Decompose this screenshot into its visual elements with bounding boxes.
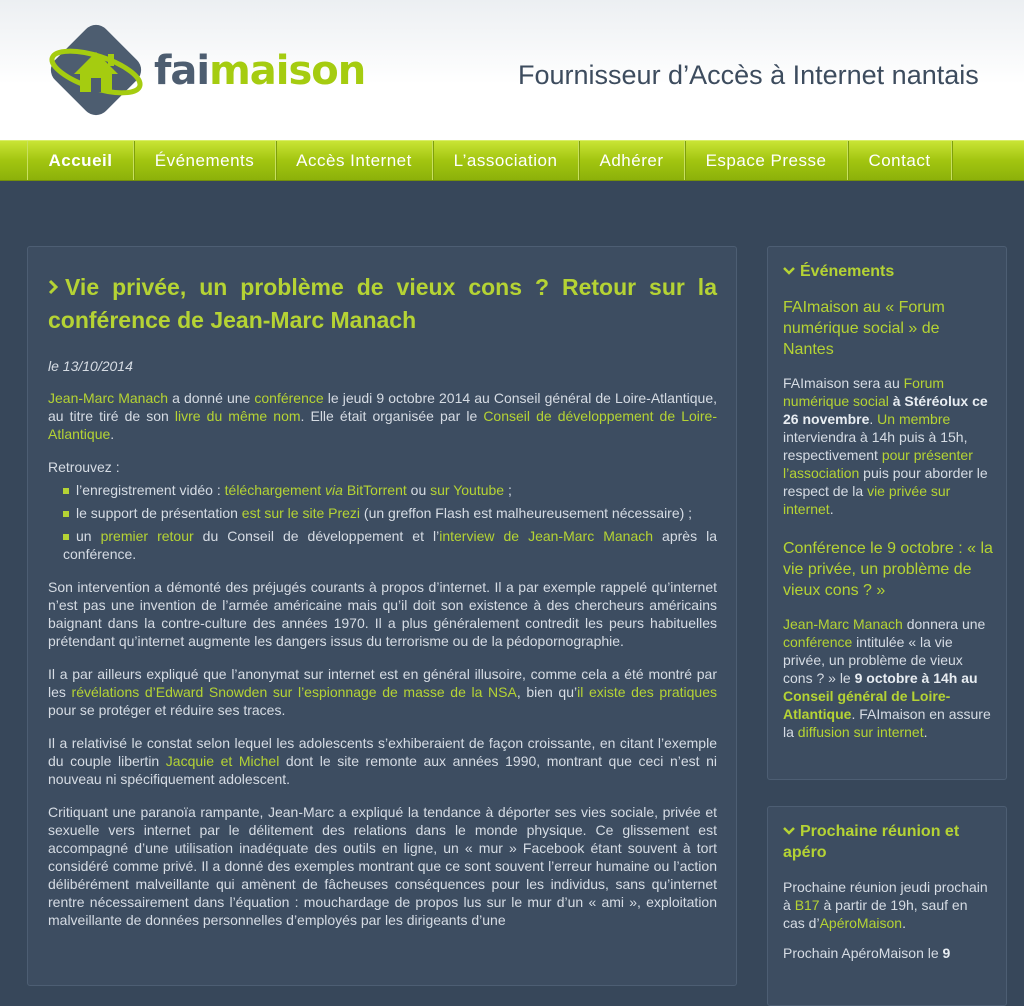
text: 9 octobre à 14h au	[854, 670, 978, 686]
text: téléchargement	[224, 482, 326, 498]
link-jean-marc-manach[interactable]: Jean-Marc Manach	[783, 616, 903, 632]
nav-item-association[interactable]: L’association	[433, 141, 579, 180]
article-title[interactable]: Vie privée, un problème de vieux cons ? …	[48, 271, 717, 337]
text: ou	[406, 482, 431, 498]
house-logo-icon[interactable]	[46, 18, 146, 122]
link-youtube[interactable]: sur Youtube	[430, 482, 504, 498]
chevron-right-icon	[48, 271, 59, 304]
text: un	[76, 528, 101, 544]
text: BitTorrent	[342, 482, 407, 498]
link-conference[interactable]: conférence	[783, 634, 852, 650]
link-prezi[interactable]: est sur le site Prezi	[242, 505, 360, 521]
meeting-content: Prochaine réunion et apéro Prochaine réu…	[783, 821, 993, 982]
text: , bien qu’	[516, 684, 578, 700]
text: Événements	[800, 263, 895, 280]
link-jacquie-michel[interactable]: Jacquie et Michel	[166, 753, 280, 769]
nav-item-acces-internet[interactable]: Accès Internet	[276, 141, 433, 180]
nav-item-espace-presse[interactable]: Espace Presse	[685, 141, 848, 180]
events-heading[interactable]: Événements	[783, 261, 993, 282]
list-item: le support de présentation est sur le si…	[63, 504, 717, 522]
article: Vie privée, un problème de vieux cons ? …	[48, 271, 717, 944]
article-paragraph: Critiquant une paranoïa rampante, Jean-M…	[48, 804, 717, 928]
text: .	[829, 501, 834, 517]
meeting-panel: Prochaine réunion et apéro Prochaine réu…	[767, 806, 1007, 1006]
site-logo-wordmark[interactable]: faimaison	[154, 48, 366, 94]
link-telechargement[interactable]: téléchargement via BitTorrent	[225, 482, 407, 498]
chevron-down-icon	[783, 827, 795, 835]
event-title-conference[interactable]: Conférence le 9 octobre : « la vie privé…	[783, 538, 993, 601]
bullet-icon	[63, 534, 69, 541]
text: l’enregistrement vidéo :	[76, 482, 225, 498]
text: le support de présentation	[76, 505, 242, 521]
link-livre[interactable]: livre du même nom	[175, 408, 301, 424]
article-date: le 13/10/2014	[48, 358, 133, 374]
article-title-text: Vie privée, un problème de vieux cons ? …	[48, 274, 717, 333]
text: (un greffon Flash est malheureusement né…	[360, 505, 693, 521]
link-aperomaison[interactable]: ApéroMaison	[820, 915, 903, 931]
link-premier-retour[interactable]: premier retour	[101, 528, 194, 544]
list-item: l’enregistrement vidéo : téléchargement …	[63, 481, 717, 499]
site-header: faimaison Fournisseur d’Accès à Internet…	[0, 0, 1024, 140]
text: .	[902, 915, 906, 931]
article-paragraph: Il a relativisé le constat selon lequel …	[48, 734, 717, 788]
nav-item-accueil[interactable]: Accueil	[28, 141, 134, 180]
meeting-heading[interactable]: Prochaine réunion et apéro	[783, 821, 993, 863]
event-description: FAImaison sera au Forum numérique social…	[783, 374, 993, 518]
main-navigation: Accueil Événements Accès Internet L’asso…	[0, 140, 1024, 181]
resources-list: l’enregistrement vidéo : téléchargement …	[48, 481, 717, 563]
text: via	[325, 482, 343, 498]
nav-item-adherer[interactable]: Adhérer	[579, 141, 685, 180]
text: Prochaine réunion et apéro	[783, 823, 960, 861]
text: du Conseil de développement et l’	[193, 528, 440, 544]
chevron-down-icon	[783, 267, 795, 275]
link-interview[interactable]: interview de Jean-Marc Manach	[439, 528, 653, 544]
text: .	[869, 411, 878, 427]
link-conference[interactable]: conférence	[254, 390, 323, 406]
event-description: Jean-Marc Manach donnera une conférence …	[783, 615, 993, 741]
link-snowden[interactable]: révélations d’Edward Snowden sur l’espio…	[72, 684, 517, 700]
bullet-icon	[63, 488, 69, 495]
events-content: Événements FAImaison au « Forum numériqu…	[783, 261, 993, 761]
link-pratiques[interactable]: il existe des pratiques	[577, 684, 717, 700]
text: pour se protéger et réduire ses traces.	[48, 702, 286, 718]
text: .	[923, 724, 928, 740]
text: FAImaison sera au	[783, 375, 904, 391]
article-paragraph: Son intervention a démonté des préjugés …	[48, 579, 717, 649]
event-title-forum[interactable]: FAImaison au « Forum numérique social » …	[783, 297, 993, 360]
article-intro: Jean-Marc Manach a donné une conférence …	[48, 389, 717, 443]
text: Prochain ApéroMaison le	[783, 945, 943, 961]
text: . Elle était organisée par le	[300, 408, 484, 424]
link-diffusion[interactable]: diffusion sur internet	[798, 724, 924, 740]
article-paragraph: Il a par ailleurs expliqué que l’anonyma…	[48, 665, 717, 719]
link-jean-marc-manach[interactable]: Jean-Marc Manach	[48, 390, 168, 406]
text: 9	[942, 945, 951, 961]
apero-description: Prochain ApéroMaison le 9	[783, 944, 993, 962]
text: donnera une	[902, 616, 986, 632]
site-tagline: Fournisseur d’Accès à Internet nantais	[518, 60, 979, 90]
text: .	[110, 426, 115, 442]
link-b17[interactable]: B17	[795, 897, 820, 913]
article-panel: Vie privée, un problème de vieux cons ? …	[27, 246, 737, 986]
events-panel: Événements FAImaison au « Forum numériqu…	[767, 246, 1007, 780]
text: ;	[504, 482, 512, 498]
list-item: un premier retour du Conseil de développ…	[63, 527, 717, 563]
logo-fai-text: fai	[154, 48, 210, 94]
retrouvez-label: Retrouvez :	[48, 459, 120, 475]
link-un-membre[interactable]: Un membre	[877, 411, 950, 427]
text: a donné une	[168, 390, 255, 406]
meeting-description: Prochaine réunion jeudi prochain à B17 à…	[783, 878, 993, 932]
nav-item-contact[interactable]: Contact	[848, 141, 952, 180]
nav-item-evenements[interactable]: Événements	[134, 141, 276, 180]
logo-maison-text: maison	[209, 48, 366, 94]
bullet-icon	[63, 511, 69, 518]
